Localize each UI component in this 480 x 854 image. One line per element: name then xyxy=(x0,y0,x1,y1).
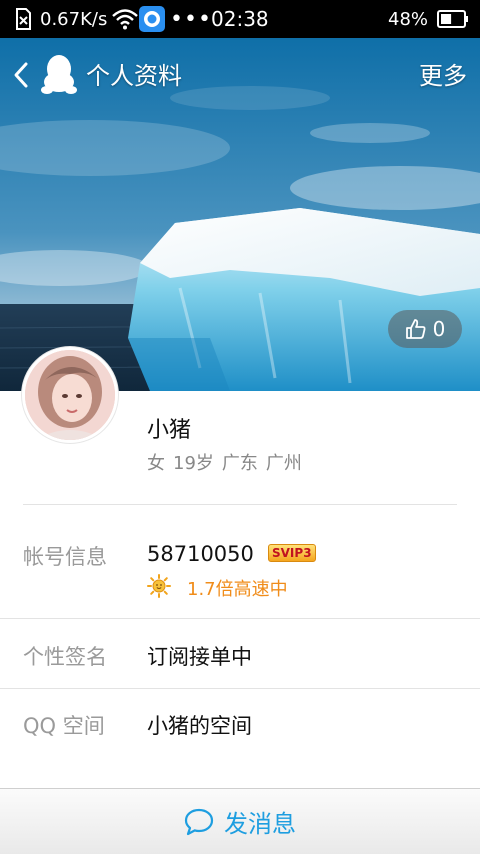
back-chevron-icon xyxy=(14,62,28,88)
wifi-icon xyxy=(112,0,138,38)
divider xyxy=(0,618,480,619)
sim-icon xyxy=(14,0,32,38)
nickname: 小猪 xyxy=(147,418,192,443)
divider xyxy=(23,504,457,505)
status-bar: 0.67K/s ••• 02:38 48% xyxy=(0,0,480,38)
avatar[interactable] xyxy=(22,347,118,443)
chat-bubble-icon xyxy=(184,808,214,835)
send-message-label: 发消息 xyxy=(224,810,296,838)
more-button[interactable]: 更多 xyxy=(419,56,467,91)
qzone-label: QQ 空间 xyxy=(23,714,105,738)
sun-icon xyxy=(147,574,171,598)
like-count: 0 xyxy=(432,317,446,341)
network-speed: 0.67K/s xyxy=(40,8,108,30)
app-notification-icon xyxy=(139,0,165,38)
battery-percent: 48% xyxy=(388,8,429,30)
province: 广东 xyxy=(221,453,258,474)
speed-status[interactable]: 1.7倍高速中 xyxy=(187,575,288,601)
qzone-link[interactable]: 小猪的空间 xyxy=(147,710,252,740)
signature-label: 个性签名 xyxy=(23,645,107,669)
send-message-button[interactable]: 发消息 xyxy=(0,788,480,854)
qq-penguin-icon xyxy=(41,54,77,96)
cover-image[interactable]: 个人资料 更多 0 xyxy=(0,38,480,391)
account-info-label: 帐号信息 xyxy=(23,545,107,569)
qq-number: 58710050 xyxy=(147,542,254,566)
profile-subinfo: 女 19岁 广东 广州 xyxy=(147,449,302,475)
svip-badge[interactable]: SVIP3 xyxy=(268,544,316,562)
overflow-dots: ••• xyxy=(170,6,212,32)
like-button[interactable]: 0 xyxy=(388,310,462,348)
divider xyxy=(0,688,480,689)
avatar-photo xyxy=(25,350,115,440)
back-button[interactable] xyxy=(8,58,34,92)
age: 19岁 xyxy=(173,453,214,474)
city: 广州 xyxy=(265,453,302,474)
gender: 女 xyxy=(147,453,165,474)
page-title: 个人资料 xyxy=(86,62,182,90)
thumbs-up-icon xyxy=(405,319,426,339)
clock: 02:38 xyxy=(211,7,269,31)
battery-icon xyxy=(437,0,469,38)
signature-value[interactable]: 订阅接单中 xyxy=(147,641,252,671)
